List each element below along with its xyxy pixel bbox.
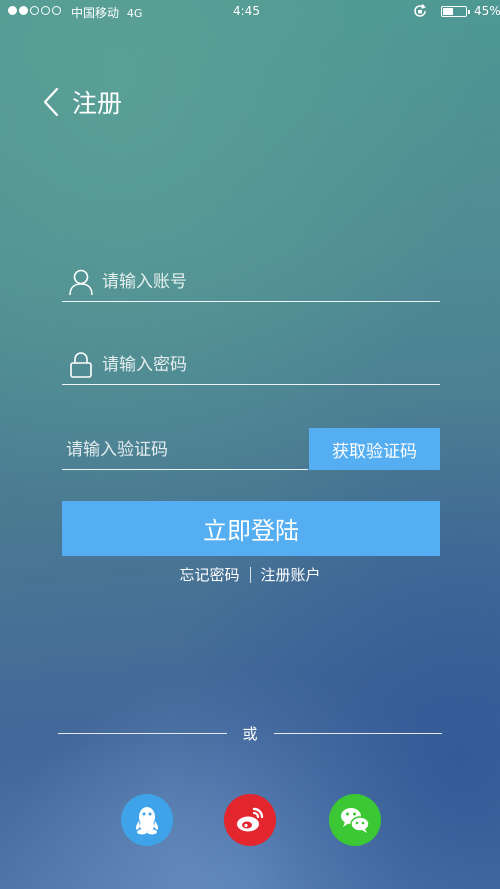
verification-code-input[interactable] [62,430,308,469]
signal-dot [19,6,28,15]
weibo-icon [237,807,264,832]
verification-code-field [62,430,308,470]
lock-icon [70,351,92,378]
password-input[interactable] [102,345,440,384]
divider-line [273,732,443,734]
qq-icon [135,807,159,835]
password-field [62,345,440,385]
battery-fill [443,8,453,15]
forgot-password-link[interactable]: 忘记密码 [179,564,239,585]
signal-dot [52,6,61,15]
rotation-lock-icon [414,3,426,17]
get-code-button[interactable]: 获取验证码 [309,428,440,470]
login-button[interactable]: 立即登陆 [62,501,440,556]
user-icon [69,269,93,295]
account-field [62,262,440,302]
battery-icon [441,6,470,17]
qq-login-button[interactable] [121,794,173,846]
wechat-icon [341,808,370,833]
header: 注册 [40,82,122,122]
or-label: 或 [242,724,258,743]
carrier-name: 中国移动 [71,6,120,20]
status-bar: 中国移动 4G 4:45 45% [0,0,500,24]
wechat-login-button[interactable] [329,794,381,846]
link-separator [249,566,251,583]
signal-dot [8,6,17,15]
signal-strength-icon [8,6,61,15]
battery-percent: 45% [474,4,500,18]
signal-dot [30,6,39,15]
account-input[interactable] [102,262,440,301]
network-type: 4G [126,7,143,20]
page-title: 注册 [72,89,123,118]
divider-line [58,732,227,734]
carrier-info: 中国移动 4G [71,4,142,21]
signal-dot [41,6,50,15]
register-account-link[interactable]: 注册账户 [261,564,321,585]
account-links: 忘记密码 注册账户 [0,564,500,585]
chevron-left-icon[interactable] [40,86,64,118]
or-divider: 或 [58,722,443,744]
weibo-login-button[interactable] [224,794,276,846]
status-time: 4:45 [233,4,260,18]
